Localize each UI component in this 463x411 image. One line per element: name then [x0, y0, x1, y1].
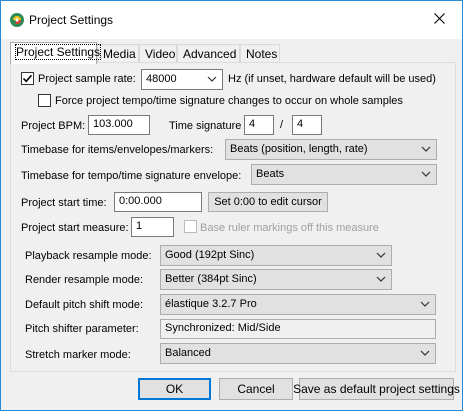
playback-resample-combo[interactable]: Good (192pt Sinc): [160, 245, 392, 266]
render-resample-combo[interactable]: Better (384pt Sinc): [160, 269, 392, 290]
tab-video[interactable]: Video: [139, 44, 177, 63]
chevron-down-icon: [420, 350, 430, 356]
tab-advanced[interactable]: Advanced: [177, 44, 240, 63]
base-ruler-label[interactable]: Base ruler markings off this measure: [200, 222, 379, 234]
start-measure-input[interactable]: 1: [131, 217, 174, 237]
stretch-marker-combo[interactable]: Balanced: [160, 343, 436, 364]
stretch-marker-label: Stretch marker mode:: [25, 349, 131, 361]
window-title: Project Settings: [29, 13, 114, 27]
start-time-label: Project start time:: [21, 197, 107, 209]
chevron-down-icon: [420, 301, 430, 307]
sample-rate-hint: Hz (if unset, hardware default will be u…: [228, 73, 436, 85]
tab-media[interactable]: Media: [97, 44, 139, 63]
force-tempo-checkbox[interactable]: [38, 94, 51, 107]
start-time-input[interactable]: 0:00.000: [114, 192, 202, 212]
checkmark-icon: [22, 74, 33, 83]
base-ruler-checkbox[interactable]: [184, 220, 197, 233]
timebase-items-combo[interactable]: Beats (position, length, rate): [225, 139, 437, 160]
set-start-to-cursor-button[interactable]: Set 0:00 to edit cursor: [208, 192, 328, 212]
chevron-down-icon: [207, 76, 217, 82]
save-as-default-button[interactable]: Save as default project settings: [293, 378, 460, 400]
chevron-down-icon: [421, 171, 431, 177]
time-signature-label: Time signature: [169, 120, 242, 132]
close-button[interactable]: [416, 1, 462, 39]
ok-button[interactable]: OK: [138, 378, 211, 400]
time-sig-denominator-input[interactable]: 4: [292, 115, 322, 135]
sample-rate-combo[interactable]: 48000: [141, 69, 223, 90]
reaper-app-icon: [9, 12, 25, 28]
cancel-button[interactable]: Cancel: [219, 378, 293, 400]
timebase-tempo-label: Timebase for tempo/time signature envelo…: [21, 170, 242, 182]
tab-notes[interactable]: Notes: [240, 44, 280, 63]
project-settings-window: Project Settings Project Settings Media …: [0, 0, 463, 411]
bpm-input[interactable]: 103.000: [88, 115, 150, 135]
sample-rate-label[interactable]: Project sample rate:: [38, 73, 136, 85]
chevron-down-icon: [376, 276, 386, 282]
tab-project-settings[interactable]: Project Settings: [10, 42, 102, 64]
time-sig-separator: /: [280, 119, 284, 131]
sample-rate-checkbox[interactable]: [21, 72, 34, 85]
pitch-shift-mode-label: Default pitch shift mode:: [25, 299, 144, 311]
title-bar[interactable]: Project Settings: [1, 1, 462, 39]
pitch-param-label: Pitch shifter parameter:: [25, 323, 139, 335]
pitch-param-field[interactable]: Synchronized: Mid/Side: [160, 319, 436, 339]
bpm-label: Project BPM:: [21, 120, 86, 132]
start-measure-label: Project start measure:: [21, 222, 129, 234]
timebase-tempo-combo[interactable]: Beats: [251, 164, 437, 185]
playback-resample-label: Playback resample mode:: [25, 250, 152, 262]
chevron-down-icon: [376, 252, 386, 258]
close-icon: [433, 13, 445, 27]
timebase-items-label: Timebase for items/envelopes/markers:: [21, 144, 214, 156]
force-tempo-label[interactable]: Force project tempo/time signature chang…: [55, 95, 403, 107]
pitch-shift-mode-combo[interactable]: élastique 3.2.7 Pro: [160, 294, 436, 315]
chevron-down-icon: [421, 146, 431, 152]
time-sig-numerator-input[interactable]: 4: [244, 115, 274, 135]
render-resample-label: Render resample mode:: [25, 274, 144, 286]
